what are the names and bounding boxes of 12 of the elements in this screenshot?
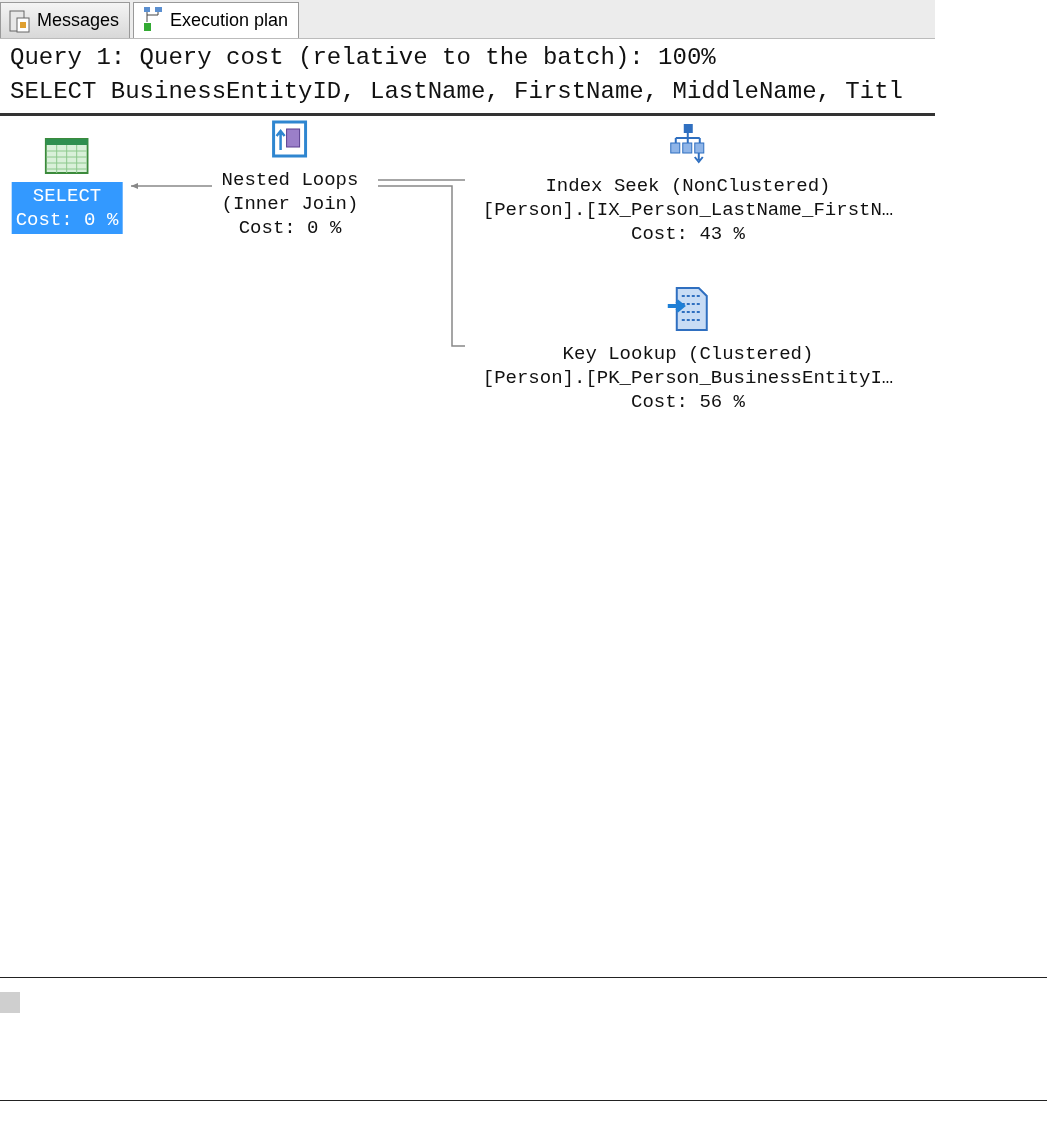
loop-icon	[272, 120, 308, 158]
sql-query-text: SELECT BusinessEntityID, LastName, FirstName, MiddleName, Titl	[10, 77, 904, 107]
square-icon	[0, 992, 20, 1013]
query-cost-text: Query 1: Query cost (relative to the batch): 100%	[10, 43, 717, 73]
plan-node-label[interactable]: Key Lookup (Clustered) [Person].[PK_Person_BusinessEntityI… Cost: 56 %	[478, 340, 898, 416]
table-icon	[45, 138, 89, 174]
tab[interactable]: Execution plan	[133, 2, 300, 38]
document-icon	[9, 8, 31, 33]
plan-node-label[interactable]: Nested Loops (Inner Join) Cost: 0 %	[217, 166, 363, 242]
tab[interactable]: Messages	[0, 2, 131, 38]
binary-document-icon	[667, 286, 709, 332]
plan-node-label[interactable]: Index Seek (NonClustered) [Person].[IX_Person_LastName_FirstN… Cost: 43 %	[478, 172, 898, 248]
